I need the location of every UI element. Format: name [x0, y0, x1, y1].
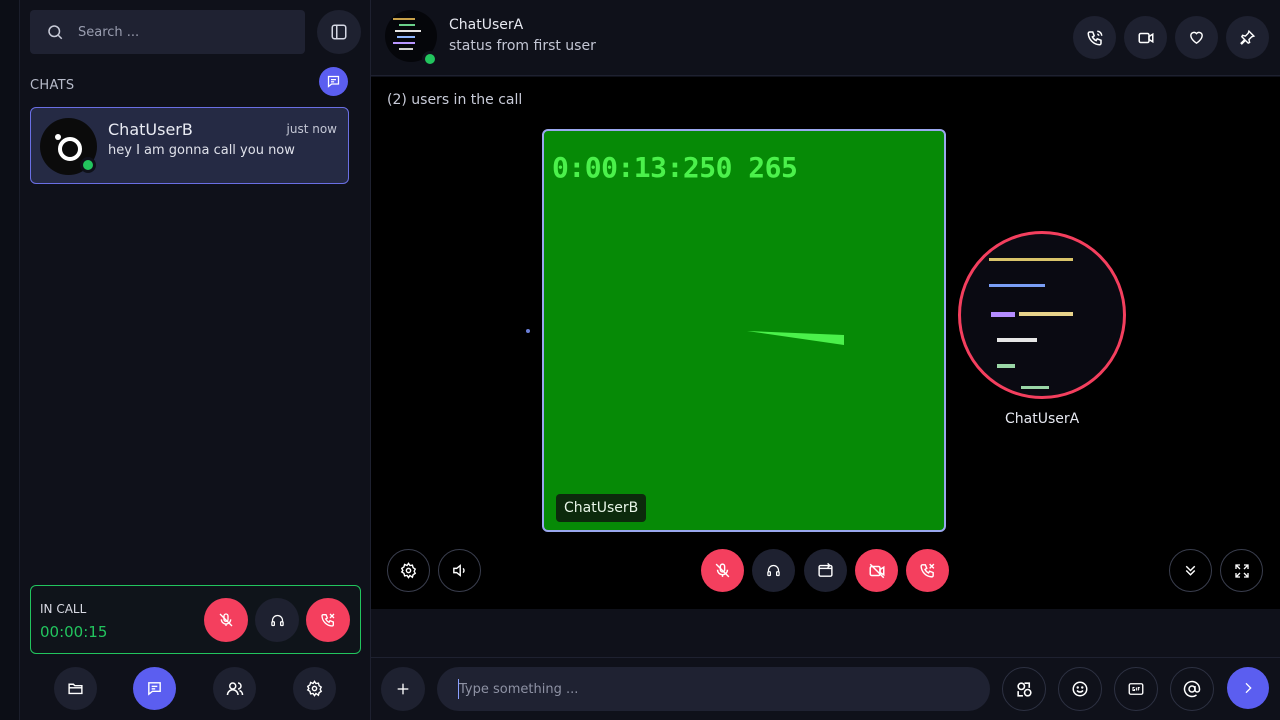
video-camera-icon: [1137, 29, 1155, 47]
contacts-nav-button[interactable]: [213, 667, 256, 710]
voice-call-button[interactable]: [1073, 16, 1116, 59]
pin-icon: [1239, 29, 1256, 46]
screen-share-icon: [817, 562, 834, 579]
fullscreen-button[interactable]: [1220, 549, 1263, 592]
contact-name: ChatUserA: [449, 17, 524, 33]
sidebar: CHATS ChatUserB just now hey I am gonna …: [20, 0, 371, 720]
gif-button[interactable]: [1114, 667, 1158, 711]
headphones-icon: [270, 613, 285, 628]
deafen-button[interactable]: [255, 598, 299, 642]
video-stream-timer: 0:00:13:250 265: [552, 151, 798, 184]
screen-share-button[interactable]: [804, 549, 847, 592]
deafen-audio-button[interactable]: [752, 549, 795, 592]
chat-add-icon: [326, 74, 341, 89]
chat-name: ChatUserB: [108, 120, 193, 139]
remote-user-avatar[interactable]: [958, 231, 1126, 399]
gear-icon: [306, 680, 323, 697]
folder-icon: [67, 680, 84, 697]
message-input[interactable]: [459, 681, 959, 697]
volume-button[interactable]: [438, 549, 481, 592]
toggle-camera-button[interactable]: [855, 549, 898, 592]
files-nav-button[interactable]: [54, 667, 97, 710]
video-off-icon: [868, 562, 886, 580]
video-tile[interactable]: 0:00:13:250 265 ChatUserB: [542, 129, 946, 532]
sidebar-toggle-button[interactable]: [317, 10, 361, 54]
chats-heading: CHATS: [30, 78, 75, 93]
mute-button[interactable]: [204, 598, 248, 642]
chat-preview: hey I am gonna call you now: [108, 143, 295, 158]
chevrons-down-icon: [1182, 562, 1199, 579]
video-stream-shape: [747, 331, 844, 345]
in-call-panel: IN CALL 00:00:15: [30, 585, 361, 654]
video-call-button[interactable]: [1124, 16, 1167, 59]
chat-timestamp: just now: [286, 122, 337, 136]
call-stage: (2) users in the call 0:00:13:250 265 Ch…: [371, 77, 1280, 609]
sidebar-panel-icon: [330, 23, 348, 41]
video-user-label: ChatUserB: [556, 494, 647, 522]
at-sign-icon: [1183, 680, 1201, 698]
chat-icon: [146, 680, 163, 697]
remote-user-name: ChatUserA: [1005, 411, 1080, 427]
search-icon: [46, 23, 64, 41]
in-call-duration: 00:00:15: [40, 623, 108, 641]
expand-icon: [1234, 563, 1250, 579]
gif-icon: [1127, 680, 1145, 698]
new-chat-button[interactable]: [319, 67, 348, 96]
mic-off-icon: [714, 562, 731, 579]
chat-list-item[interactable]: ChatUserB just now hey I am gonna call y…: [30, 107, 349, 184]
hang-up-button[interactable]: [906, 549, 949, 592]
sticker-icon: [1015, 680, 1034, 699]
call-participants-count: (2) users in the call: [387, 92, 523, 108]
chats-nav-button[interactable]: [133, 667, 176, 710]
chevron-right-icon: [1240, 680, 1256, 696]
speaker-icon: [451, 562, 468, 579]
users-icon: [226, 680, 244, 698]
phone-call-icon: [1086, 29, 1104, 47]
end-call-button[interactable]: [306, 598, 350, 642]
message-input-box[interactable]: [437, 667, 990, 711]
mic-off-icon: [218, 612, 234, 628]
heart-icon: [1188, 29, 1205, 46]
smile-icon: [1071, 680, 1089, 698]
favorite-button[interactable]: [1175, 16, 1218, 59]
mute-mic-button[interactable]: [701, 549, 744, 592]
settings-nav-button[interactable]: [293, 667, 336, 710]
headphones-icon: [766, 563, 781, 578]
search-input[interactable]: [78, 24, 278, 40]
send-button[interactable]: [1227, 667, 1269, 709]
plus-icon: [395, 681, 411, 697]
indicator-dot: [526, 329, 530, 333]
main-panel: ChatUserA status from first user (2) use…: [371, 0, 1280, 720]
text-caret: [458, 679, 459, 699]
phone-hangup-icon: [320, 612, 336, 628]
online-status-dot: [80, 157, 96, 173]
collapse-call-button[interactable]: [1169, 549, 1212, 592]
pin-button[interactable]: [1226, 16, 1269, 59]
call-settings-button[interactable]: [387, 549, 430, 592]
in-call-label: IN CALL: [40, 602, 87, 616]
sticker-button[interactable]: [1002, 667, 1046, 711]
online-status-dot: [422, 51, 438, 67]
left-rail: [0, 0, 20, 720]
phone-hangup-icon: [919, 562, 936, 579]
attach-button[interactable]: [381, 667, 425, 711]
mention-button[interactable]: [1170, 667, 1214, 711]
search-box[interactable]: [30, 10, 305, 54]
brand-logo-icon: [54, 133, 82, 161]
contact-status: status from first user: [449, 38, 596, 54]
gear-icon: [400, 562, 417, 579]
message-composer: [371, 657, 1280, 720]
chat-header: ChatUserA status from first user: [371, 0, 1280, 76]
emoji-button[interactable]: [1058, 667, 1102, 711]
